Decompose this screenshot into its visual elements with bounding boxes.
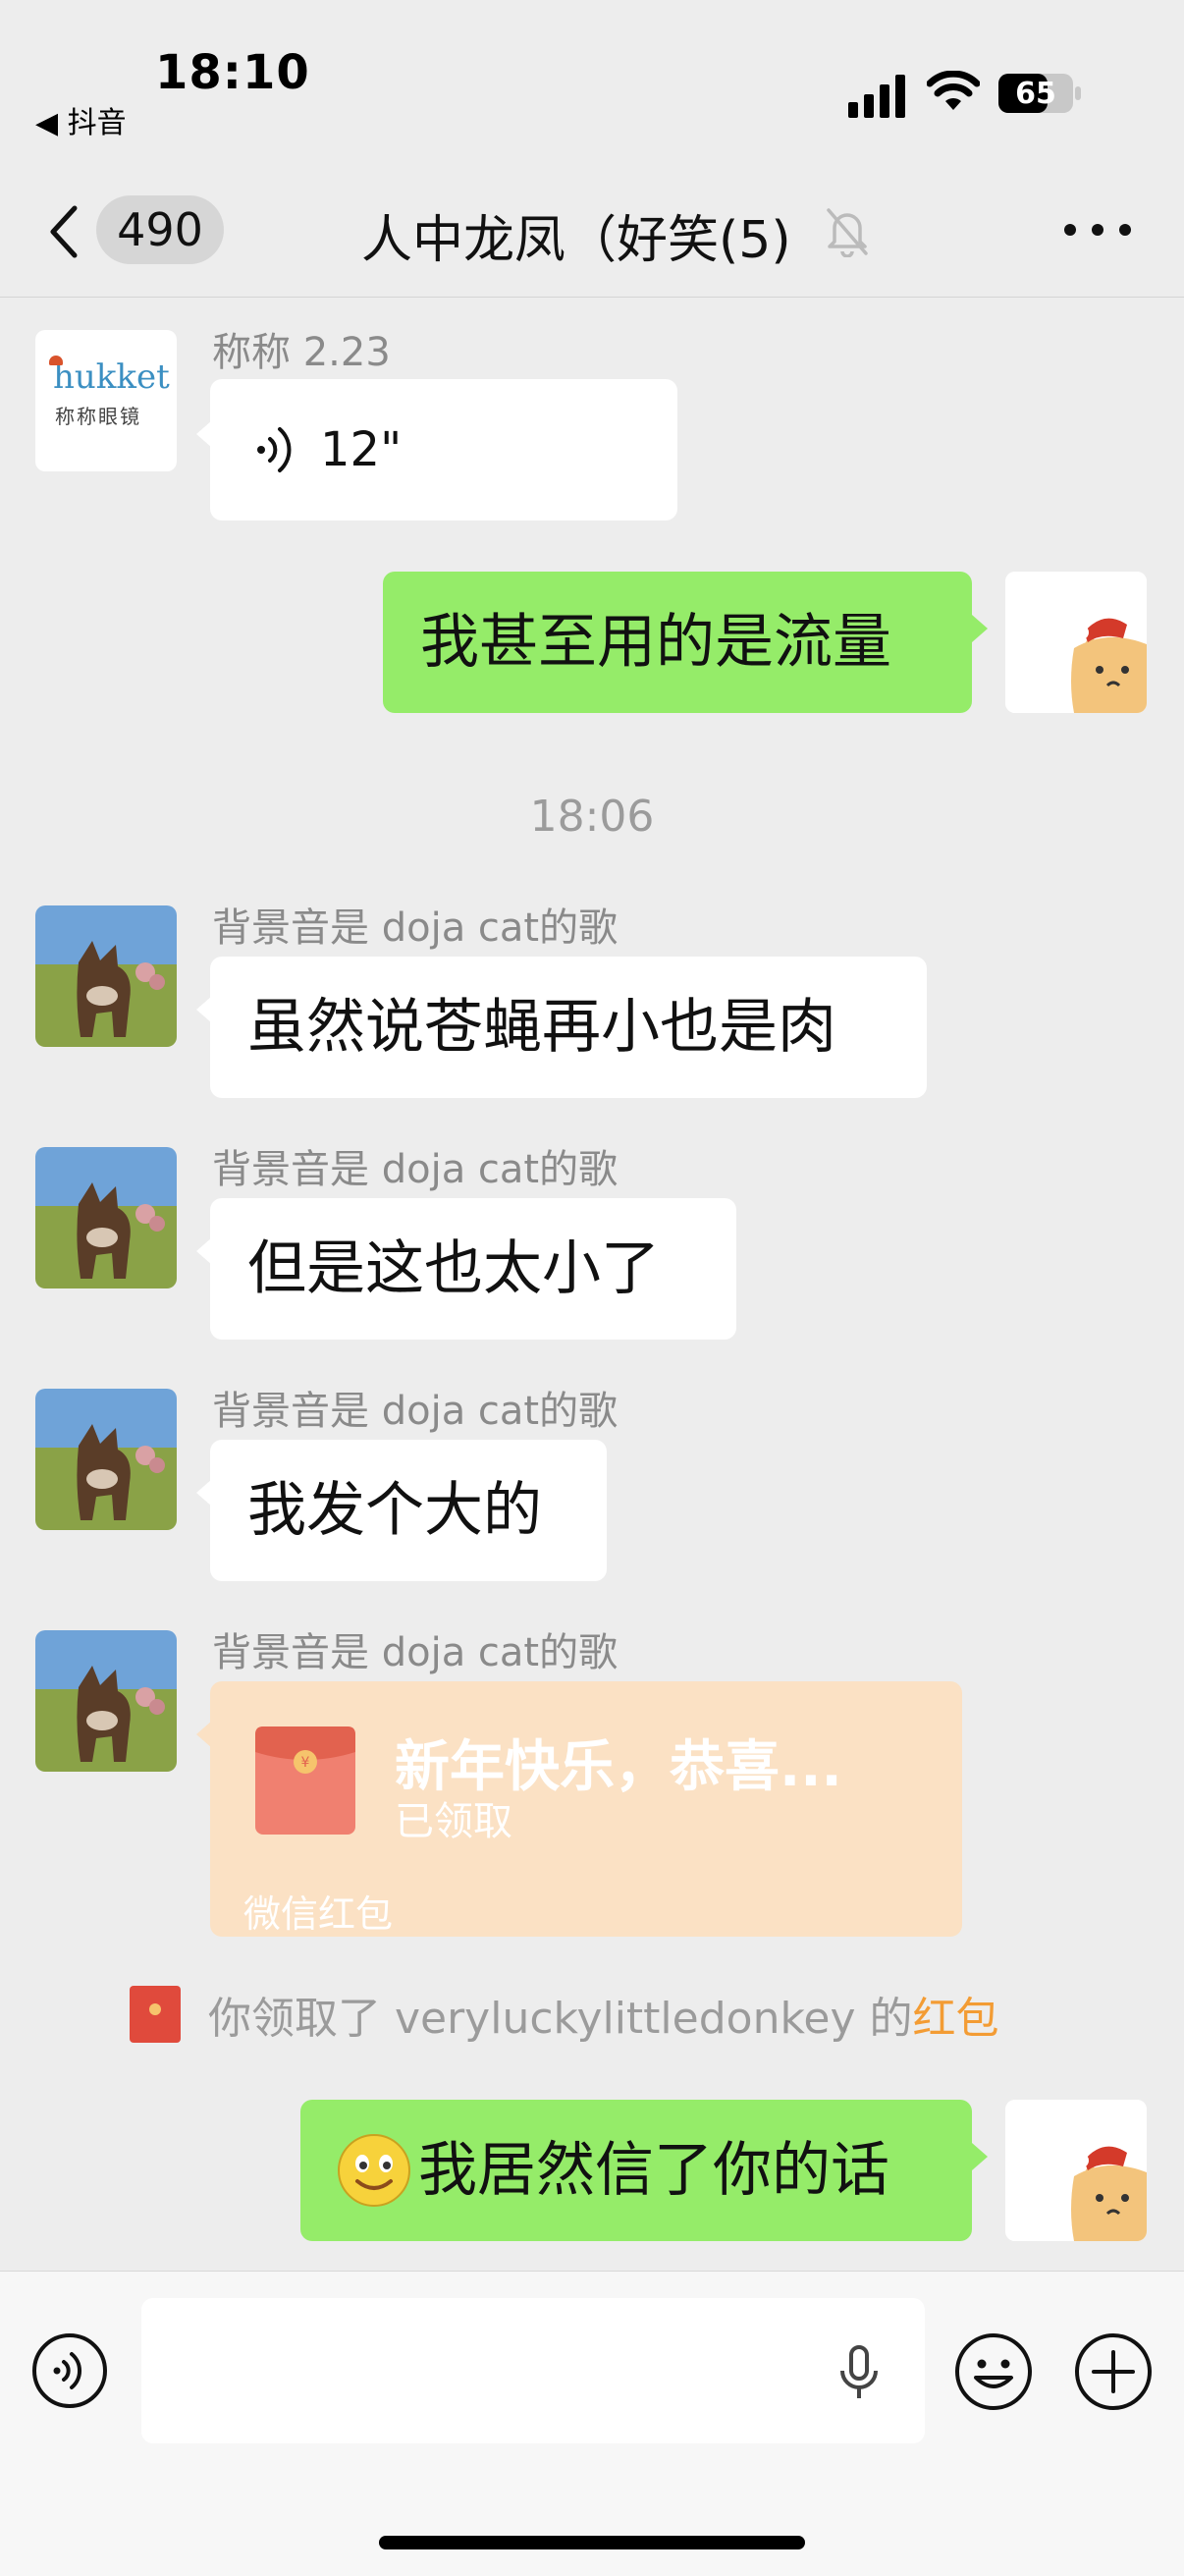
svg-text:¥: ¥ bbox=[301, 1755, 310, 1771]
home-indicator[interactable] bbox=[379, 2536, 805, 2549]
red-packet-small-icon bbox=[130, 1986, 181, 2043]
sender-name: 称称 2.23 bbox=[212, 330, 391, 375]
red-envelope-icon: ¥ bbox=[255, 1726, 355, 1835]
system-notice-text: 你领取了 veryluckylittledonkey 的 bbox=[208, 1994, 913, 2044]
voice-duration: 12" bbox=[320, 422, 403, 477]
system-notice: 你领取了 veryluckylittledonkey 的红包 bbox=[128, 1984, 998, 2045]
message-input[interactable] bbox=[141, 2298, 925, 2443]
avatar-logo-text: hukket bbox=[53, 357, 170, 397]
battery-level: 65 bbox=[1015, 76, 1056, 111]
avatar-donkey[interactable] bbox=[35, 905, 177, 1047]
donkey-photo bbox=[35, 1147, 177, 1288]
avatar-chengcheng[interactable]: hukket 称称眼镜 bbox=[35, 330, 177, 471]
battery-icon: 65 bbox=[997, 73, 1082, 114]
bubble-tail bbox=[972, 2143, 988, 2170]
avatar-donkey[interactable] bbox=[35, 1630, 177, 1772]
emoji-icon[interactable] bbox=[954, 2332, 1033, 2411]
message-text: 我居然信了你的话 bbox=[418, 2136, 889, 2205]
incoming-message-bubble[interactable]: 但是这也太小了 bbox=[210, 1198, 736, 1340]
more-options-icon[interactable] bbox=[1060, 220, 1135, 240]
unread-count-badge[interactable]: 490 bbox=[96, 195, 224, 264]
voice-wave-icon bbox=[257, 427, 292, 472]
add-attachment-icon[interactable] bbox=[1074, 2332, 1153, 2411]
sender-name: 背景音是 doja cat的歌 bbox=[212, 905, 619, 951]
donkey-photo bbox=[35, 1630, 177, 1772]
back-to-app-link[interactable]: ◀ 抖音 bbox=[35, 98, 127, 141]
chat-title: 人中龙凤（好笑(5) bbox=[361, 211, 791, 270]
cat-with-hat-icon bbox=[1005, 572, 1147, 713]
smile-emoji-icon bbox=[338, 2134, 410, 2207]
incoming-message-bubble[interactable]: 虽然说苍蝇再小也是肉 bbox=[210, 957, 927, 1098]
bubble-tail bbox=[972, 615, 988, 642]
avatar-hat-mark bbox=[49, 356, 63, 365]
status-time: 18:10 bbox=[155, 45, 310, 100]
voice-message-bubble[interactable]: 12" bbox=[210, 379, 677, 521]
avatar-self[interactable] bbox=[1005, 572, 1147, 713]
mute-bell-icon bbox=[827, 208, 868, 257]
donkey-photo bbox=[35, 1389, 177, 1530]
back-chevron-icon[interactable] bbox=[45, 204, 84, 259]
avatar-donkey[interactable] bbox=[35, 1389, 177, 1530]
donkey-photo bbox=[35, 905, 177, 1047]
message-timestamp: 18:06 bbox=[529, 792, 655, 842]
outgoing-message-bubble[interactable]: 我甚至用的是流量 bbox=[383, 572, 972, 713]
cellular-signal-icon bbox=[848, 75, 905, 118]
avatar-donkey[interactable] bbox=[35, 1147, 177, 1288]
wifi-icon bbox=[927, 71, 980, 110]
microphone-icon[interactable] bbox=[834, 2343, 884, 2402]
avatar-logo-subtext: 称称眼镜 bbox=[55, 405, 141, 428]
sender-name: 背景音是 doja cat的歌 bbox=[212, 1630, 619, 1675]
red-packet-label: 微信红包 bbox=[243, 1892, 394, 1936]
sender-name: 背景音是 doja cat的歌 bbox=[212, 1147, 619, 1192]
cat-with-hat-icon bbox=[1005, 2100, 1147, 2241]
avatar-self[interactable] bbox=[1005, 2100, 1147, 2241]
incoming-message-bubble[interactable]: 我发个大的 bbox=[210, 1440, 607, 1581]
red-packet-status: 已领取 bbox=[395, 1799, 512, 1844]
red-packet-link[interactable]: 红包 bbox=[912, 1994, 998, 2044]
sender-name: 背景音是 doja cat的歌 bbox=[212, 1389, 619, 1434]
voice-input-icon[interactable] bbox=[31, 2332, 108, 2409]
outgoing-message-bubble[interactable]: 我居然信了你的话 bbox=[300, 2100, 972, 2241]
